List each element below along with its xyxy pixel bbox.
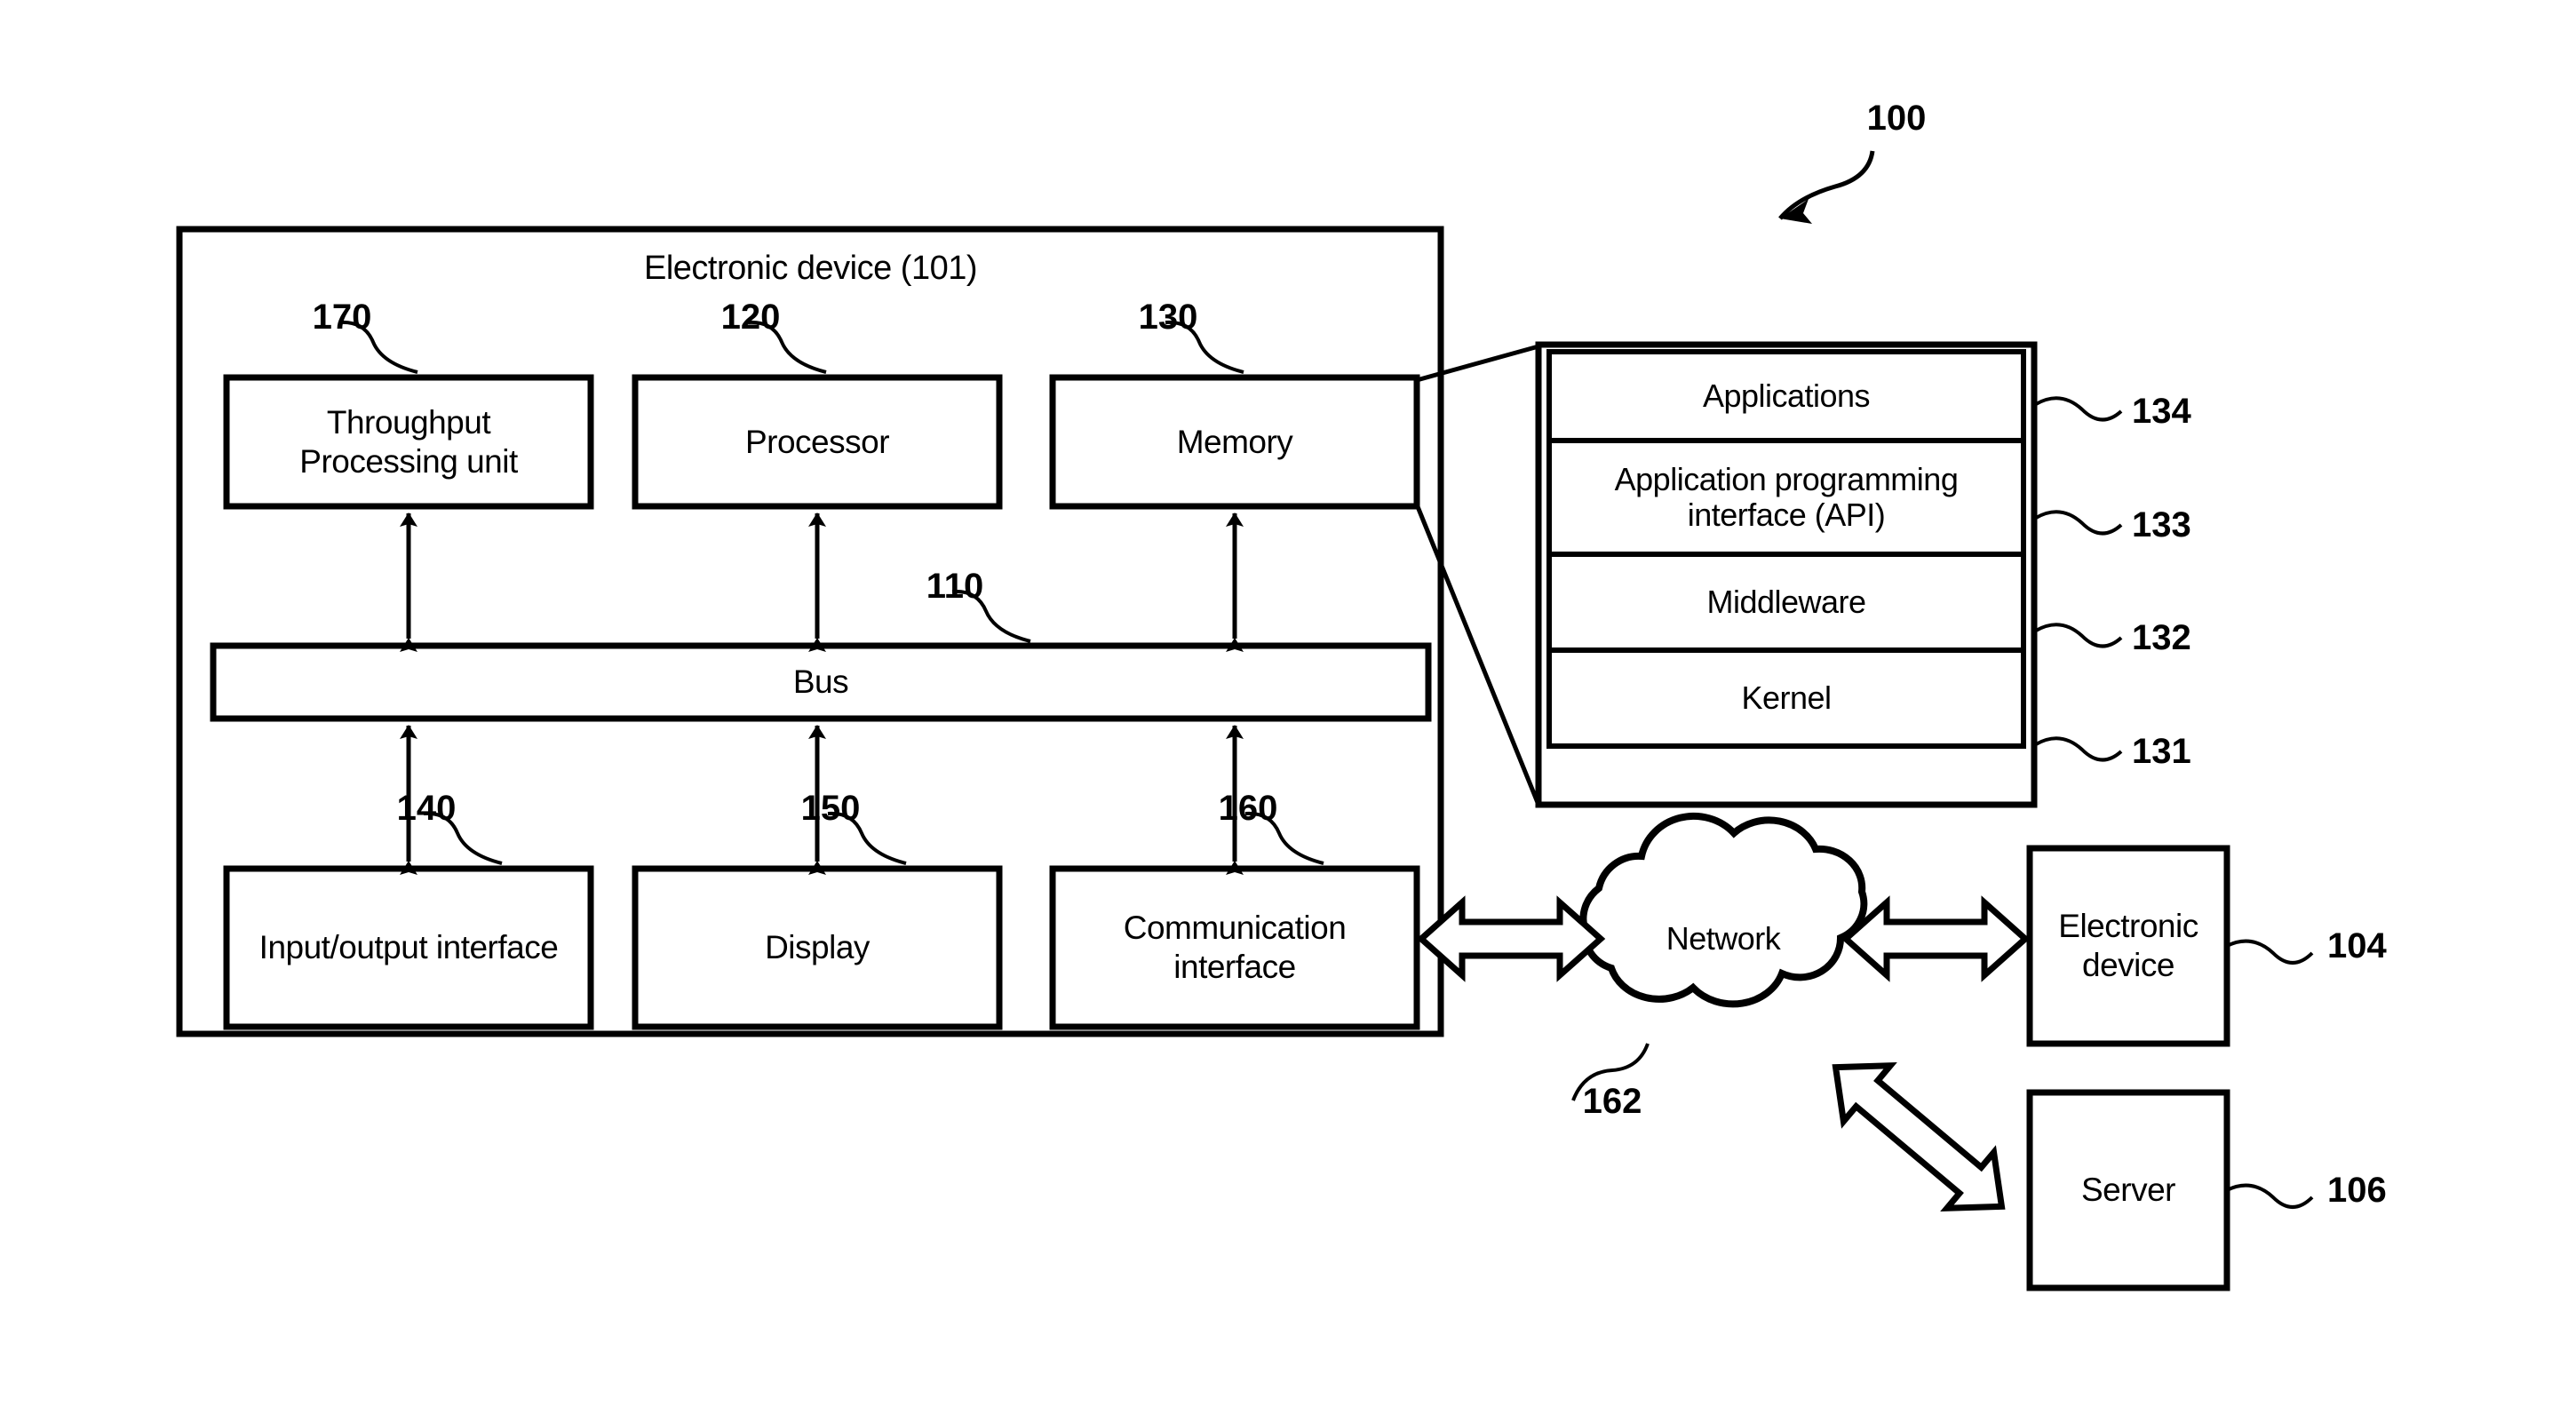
ref-133: 133 bbox=[2132, 504, 2191, 544]
ref-130: 130 bbox=[1138, 297, 1198, 337]
arrow-comm-to-network bbox=[1416, 895, 1606, 982]
ref-140: 140 bbox=[396, 788, 457, 828]
api-label-line2: interface (API) bbox=[1687, 497, 1886, 533]
arrow-network-to-server bbox=[1832, 1062, 2006, 1211]
ref-132: 132 bbox=[2132, 617, 2191, 657]
ref-110: 110 bbox=[926, 566, 984, 606]
stack-label-applications: Applications bbox=[1702, 377, 1871, 414]
tpu-label-line1: Throughput bbox=[326, 403, 491, 441]
stack-label-middleware: Middleware bbox=[1706, 583, 1866, 620]
throughput-processing-unit-label: Throughput Processing unit bbox=[227, 377, 591, 506]
display-label: Display bbox=[765, 929, 870, 966]
ref-120: 120 bbox=[720, 297, 781, 337]
leader-131 bbox=[2035, 736, 2123, 762]
ref-134: 134 bbox=[2132, 391, 2191, 431]
communication-interface-label: Communication interface bbox=[1053, 869, 1417, 1027]
leader-132 bbox=[2035, 623, 2123, 648]
ref-162: 162 bbox=[1582, 1081, 1642, 1121]
leader-133 bbox=[2035, 510, 2123, 536]
ref-170: 170 bbox=[312, 297, 372, 337]
system-ref-arrow bbox=[1778, 150, 1875, 220]
ref-131: 131 bbox=[2132, 731, 2191, 771]
tpu-label-line2: Processing unit bbox=[299, 442, 518, 480]
external-electronic-device-label: Electronic device bbox=[2030, 848, 2227, 1044]
ref-104: 104 bbox=[2327, 925, 2387, 965]
ref-160: 160 bbox=[1218, 788, 1278, 828]
external-device-label-line1: Electronic bbox=[2058, 908, 2198, 945]
server-label: Server bbox=[2081, 1172, 2175, 1209]
bus-label: Bus bbox=[792, 663, 849, 701]
network-label: Network bbox=[1666, 919, 1781, 957]
stack-label-kernel: Kernel bbox=[1741, 679, 1832, 716]
memory-expansion-lines bbox=[1414, 344, 1541, 806]
patent-figure-canvas: Electronic device (101) 100 Throughput P… bbox=[0, 0, 2576, 1422]
leader-134 bbox=[2035, 396, 2123, 422]
ref-150: 150 bbox=[800, 788, 861, 828]
network-cloud bbox=[1579, 812, 1868, 1008]
processor-label: Processor bbox=[744, 423, 890, 460]
comm-label-line1: Communication bbox=[1123, 910, 1347, 947]
api-label-line1: Application programming bbox=[1614, 460, 1959, 497]
arrow-network-to-external-device bbox=[1841, 895, 2031, 982]
comm-label-line2: interface bbox=[1173, 949, 1296, 985]
ref-100: 100 bbox=[1866, 98, 1927, 138]
ref-106: 106 bbox=[2327, 1170, 2387, 1210]
leader-106 bbox=[2226, 1183, 2314, 1209]
leader-104 bbox=[2226, 939, 2314, 965]
stack-label-api: Application programming interface (API) bbox=[1549, 441, 2023, 554]
input-output-interface-label: Input/output interface bbox=[258, 929, 559, 966]
device-frame-title: Electronic device (101) bbox=[643, 249, 978, 287]
memory-label: Memory bbox=[1176, 423, 1293, 460]
external-device-label-line2: device bbox=[2082, 947, 2174, 983]
